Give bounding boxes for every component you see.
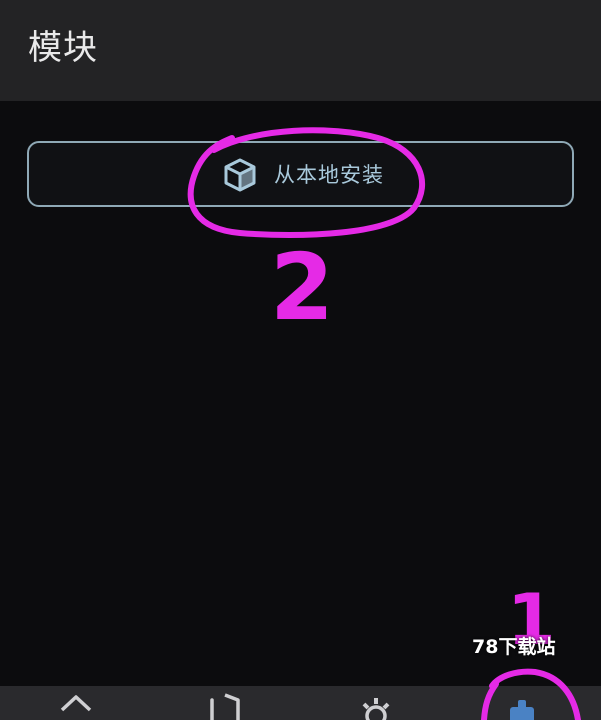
gear-icon [362,698,390,720]
page-title: 模块 [28,28,98,68]
bottom-navigation [0,686,601,720]
nav-settings[interactable] [346,686,406,720]
module-icon [510,700,534,720]
install-from-local-button[interactable]: 从本地安装 [27,141,574,207]
watermark: 78下载站 [472,636,556,658]
shield-icon [210,693,240,720]
install-button-label: 从本地安装 [274,163,384,187]
package-icon [224,158,256,192]
nav-home[interactable] [46,686,106,720]
annotation-step-2: 2 [270,234,335,341]
nav-superuser[interactable] [195,686,255,720]
home-icon [60,695,92,712]
screen: 模块 从本地安装 2 1 78下载站 [0,0,601,720]
app-bar: 模块 [0,0,601,101]
nav-modules[interactable] [494,686,554,720]
